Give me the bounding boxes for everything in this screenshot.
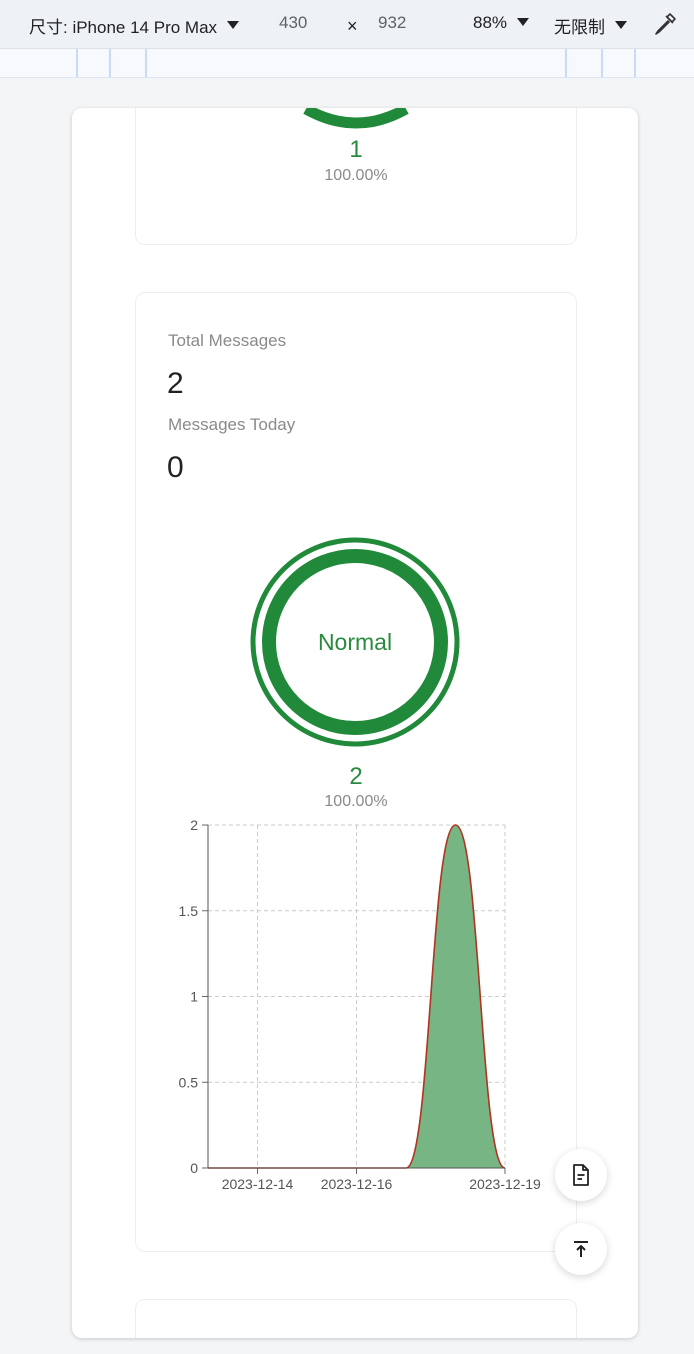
y-tick-label: 2 <box>190 817 198 833</box>
throttle-select[interactable]: 无限制 <box>554 13 627 38</box>
messages-today-label: Messages Today <box>168 415 296 434</box>
x-tick-label: 2023-12-14 <box>222 1176 294 1192</box>
x-tick-label: 2023-12-16 <box>321 1176 393 1192</box>
status-ring: Normal <box>250 537 460 747</box>
donut-percent: 100.00% <box>324 167 388 184</box>
throttle-value: 无限制 <box>554 18 605 37</box>
y-tick-label: 1 <box>190 989 198 1005</box>
messages-area-chart: 0 0.5 1 1.5 2 2023-12-14 2023-12-16 2023-12-19 <box>179 817 541 1192</box>
back-to-top-button[interactable] <box>555 1223 607 1275</box>
height-input[interactable]: 932 <box>378 13 406 33</box>
messages-today-value: 0 <box>167 451 184 484</box>
total-messages-label: Total Messages <box>168 331 287 350</box>
device-screen: 1 100.00% Total Messages 2 Messages Toda… <box>72 108 638 1338</box>
stats-card-bottom <box>135 1299 577 1338</box>
total-messages-value: 2 <box>167 367 184 400</box>
stats-card-top: 1 100.00% <box>135 108 577 245</box>
messages-card: Total Messages 2 Messages Today 0 Normal… <box>135 292 577 1252</box>
width-input[interactable]: 430 <box>279 13 307 33</box>
zoom-select[interactable]: 88% <box>473 13 530 33</box>
y-tick-label: 0 <box>190 1160 198 1176</box>
status-label: Normal <box>317 628 393 655</box>
chevron-down-icon <box>615 20 627 29</box>
eyedropper-button[interactable] <box>652 11 678 37</box>
device-select[interactable]: 尺寸: iPhone 14 Pro Max <box>29 13 240 38</box>
y-tick-label: 0.5 <box>179 1074 199 1090</box>
document-button[interactable] <box>555 1149 607 1201</box>
x-tick-label: 2023-12-19 <box>469 1176 541 1192</box>
height-value: 932 <box>378 13 407 32</box>
zoom-value: 88% <box>473 13 508 32</box>
donut-ring-fragment <box>303 108 409 129</box>
chevron-down-icon <box>227 20 240 29</box>
width-value: 430 <box>279 13 308 32</box>
eyedropper-icon <box>655 13 676 35</box>
donut-count: 1 <box>349 136 363 163</box>
ring-percent: 100.00% <box>324 793 388 810</box>
device-label: 尺寸: iPhone 14 Pro Max <box>29 18 218 37</box>
document-icon <box>573 1164 589 1186</box>
devtools-device-toolbar: 尺寸: iPhone 14 Pro Max 430 × 932 88% 无限制 <box>0 0 694 49</box>
ring-count: 2 <box>349 763 363 790</box>
dimension-separator: × <box>347 16 358 36</box>
chevron-down-icon <box>517 18 530 26</box>
y-tick-label: 1.5 <box>179 903 199 919</box>
back-to-top-icon <box>574 1241 588 1257</box>
media-query-ruler[interactable] <box>0 49 694 78</box>
